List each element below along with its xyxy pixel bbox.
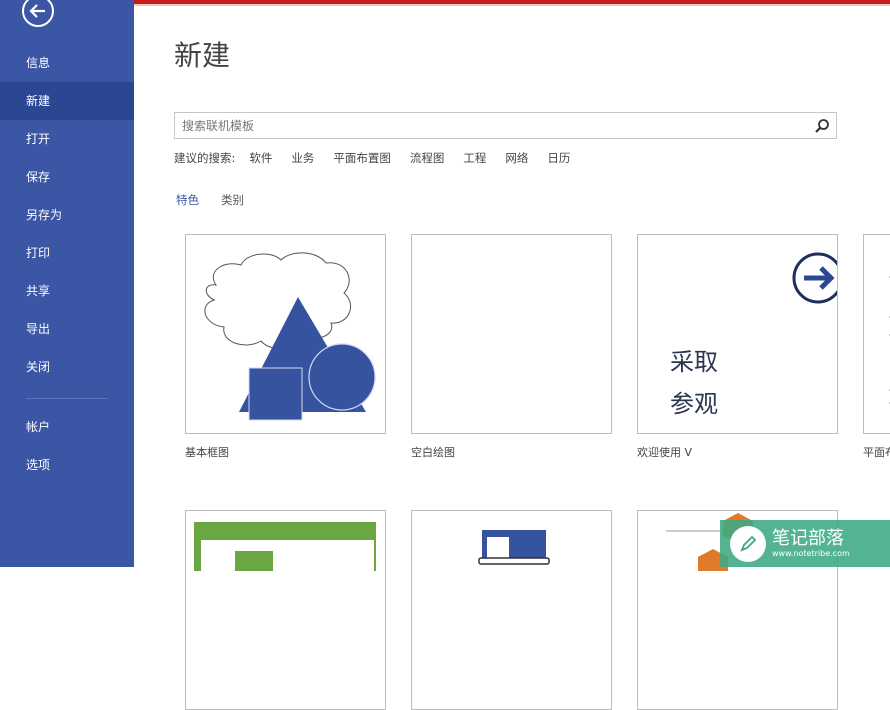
template-label-floor-plan: 平面布 — [863, 446, 890, 459]
template-label-basic-diagram: 基本框图 — [185, 446, 229, 459]
green-layout-thumbnail-icon — [194, 522, 376, 571]
template-card-blank-drawing[interactable] — [411, 234, 612, 434]
sidebar-item-account[interactable]: 帐户 — [0, 408, 134, 446]
sidebar-item-save-as[interactable]: 另存为 — [0, 196, 134, 234]
back-button[interactable] — [22, 0, 54, 27]
template-card-welcome-tour[interactable]: 采取 参观 — [637, 234, 838, 434]
sidebar-item-share[interactable]: 共享 — [0, 272, 134, 310]
template-card-floor-plan[interactable] — [863, 234, 890, 434]
template-card-basic-diagram[interactable] — [185, 234, 386, 434]
sidebar-item-print[interactable]: 打印 — [0, 234, 134, 272]
suggested-keyword-flowchart[interactable]: 流程图 — [410, 150, 445, 166]
suggested-keyword-calendar[interactable]: 日历 — [547, 150, 570, 166]
suggested-keyword-business[interactable]: 业务 — [291, 150, 314, 166]
page-title: 新建 — [174, 39, 231, 72]
basic-shapes-thumbnail-icon — [204, 252, 376, 421]
backstage-sidebar: 信息 新建 打开 保存 另存为 打印 共享 导出 关闭 帐户 选项 — [0, 0, 134, 567]
template-tabs: 特色 类别 — [176, 192, 266, 208]
sidebar-item-open[interactable]: 打开 — [0, 120, 134, 158]
watermark-title: 笔记部落 — [772, 527, 844, 549]
search-input[interactable] — [175, 113, 809, 138]
sidebar-item-info[interactable]: 信息 — [0, 44, 134, 82]
tour-thumb-text-1: 采取 — [670, 348, 718, 376]
computer-thumbnail-icon — [478, 530, 550, 565]
tab-featured[interactable]: 特色 — [176, 192, 199, 208]
template-card-green-layout[interactable] — [185, 510, 386, 710]
suggested-keyword-floor-plan[interactable]: 平面布置图 — [333, 150, 391, 166]
sidebar-item-export[interactable]: 导出 — [0, 310, 134, 348]
template-label-blank-drawing: 空白绘图 — [411, 446, 455, 459]
sidebar-item-close[interactable]: 关闭 — [0, 348, 134, 386]
template-search-box — [174, 112, 837, 139]
tour-arrow-icon — [792, 252, 837, 304]
floor-plan-thumbnail-icon — [889, 276, 890, 404]
search-icon[interactable] — [814, 118, 830, 134]
sidebar-divider — [26, 398, 108, 399]
suggested-searches: 建议的搜索: 软件 业务 平面布置图 流程图 工程 网络 日历 — [174, 150, 589, 166]
watermark-url: www.notetribe.com — [772, 548, 850, 558]
tour-thumb-text-2: 参观 — [670, 390, 718, 418]
suggested-searches-label: 建议的搜索: — [174, 151, 236, 165]
template-card-network[interactable] — [411, 510, 612, 710]
suggested-keyword-engineering[interactable]: 工程 — [463, 150, 486, 166]
back-arrow-icon — [29, 4, 45, 18]
sidebar-item-options[interactable]: 选项 — [0, 446, 134, 484]
sidebar-item-save[interactable]: 保存 — [0, 158, 134, 196]
title-accent-shadow — [134, 4, 890, 6]
suggested-keyword-network[interactable]: 网络 — [505, 150, 528, 166]
sidebar-item-new[interactable]: 新建 — [0, 82, 134, 120]
tab-categories[interactable]: 类别 — [221, 192, 244, 208]
watermark-badge: 笔记部落 www.notetribe.com — [720, 520, 890, 567]
template-label-welcome-tour: 欢迎使用 V — [637, 446, 693, 459]
suggested-keyword-software[interactable]: 软件 — [249, 150, 272, 166]
pencil-icon — [730, 525, 766, 562]
